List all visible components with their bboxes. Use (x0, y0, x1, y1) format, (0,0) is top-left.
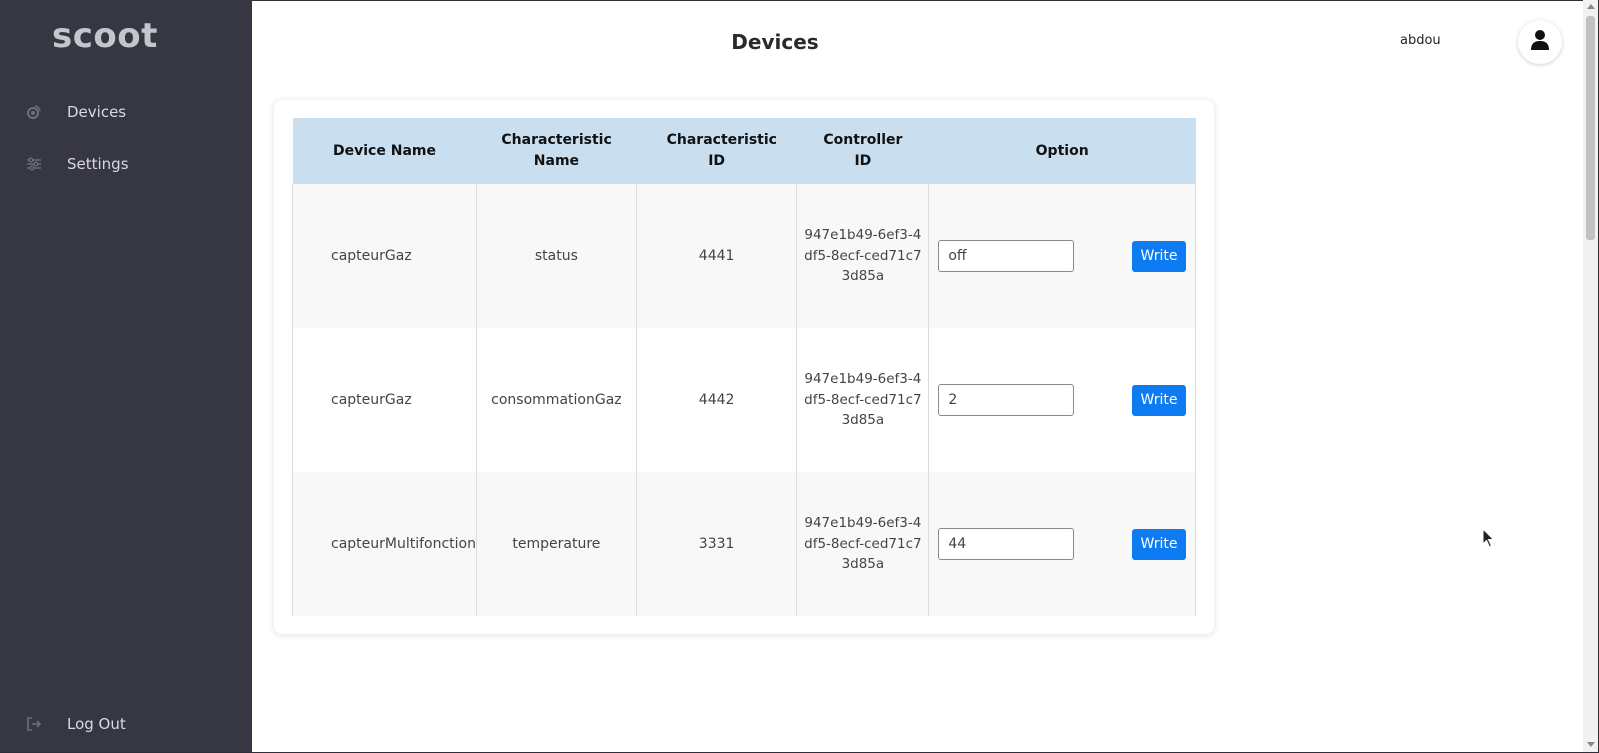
column-header-option: Option (928, 118, 1196, 184)
device-name-cell: capteurGaz (292, 184, 477, 328)
scrollbar-thumb[interactable] (1586, 16, 1595, 240)
option-cell: Write (928, 328, 1196, 472)
vertical-scrollbar[interactable] (1583, 0, 1598, 753)
characteristic-id-cell: 4442 (635, 328, 798, 472)
column-header-characteristic-id: Characteristic ID (636, 118, 797, 184)
sidebar-item-label: Settings (67, 155, 129, 173)
column-header-controller-id: Controller ID (796, 118, 929, 184)
username: abdou (1400, 33, 1441, 48)
logout-label: Log Out (67, 715, 126, 733)
scroll-up-icon[interactable] (1587, 4, 1595, 9)
sidebar: scoot Devices Settings Log Out (0, 0, 252, 753)
write-button[interactable]: Write (1132, 384, 1186, 416)
controller-id-cell: 947e1b49-6ef3-4df5-8ecf-ced71c73d85a (796, 328, 930, 472)
table-row: capteurGaz consommationGaz 4442 947e1b49… (292, 328, 1196, 472)
logout-button[interactable]: Log Out (0, 704, 252, 744)
app-logo[interactable]: scoot (52, 16, 158, 56)
characteristic-name-cell: temperature (476, 472, 637, 616)
write-button[interactable]: Write (1132, 528, 1186, 560)
characteristic-name-cell: status (476, 184, 637, 328)
user-icon (1530, 29, 1550, 55)
scroll-down-icon[interactable] (1587, 742, 1595, 747)
logout-icon (26, 716, 42, 732)
sidebar-item-label: Devices (67, 103, 127, 121)
value-input[interactable] (938, 240, 1075, 272)
option-cell: Write (928, 184, 1196, 328)
write-button[interactable]: Write (1132, 240, 1186, 272)
sliders-icon (26, 156, 42, 172)
device-name-cell: capteurMultifonction (292, 472, 477, 616)
mouse-cursor-icon (1482, 527, 1496, 552)
sidebar-item-settings[interactable]: Settings (0, 144, 252, 184)
table-row: capteurGaz status 4441 947e1b49-6ef3-4df… (292, 184, 1196, 328)
avatar[interactable] (1518, 20, 1562, 64)
option-cell: Write (928, 472, 1196, 616)
table-row: capteurMultifonction temperature 3331 94… (292, 472, 1196, 616)
controller-id-cell: 947e1b49-6ef3-4df5-8ecf-ced71c73d85a (796, 184, 930, 328)
device-name-cell: capteurGaz (292, 328, 477, 472)
value-input[interactable] (938, 528, 1075, 560)
column-header-characteristic-name: Characteristic Name (476, 118, 637, 184)
value-input[interactable] (938, 384, 1075, 416)
sidebar-item-devices[interactable]: Devices (0, 92, 252, 132)
characteristic-id-cell: 4441 (635, 184, 798, 328)
devices-table: Device Name Characteristic Name Characte… (292, 118, 1196, 616)
column-header-device-name: Device Name (292, 118, 477, 184)
characteristic-name-cell: consommationGaz (476, 328, 637, 472)
table-header-row: Device Name Characteristic Name Characte… (292, 118, 1196, 184)
characteristic-id-cell: 3331 (635, 472, 798, 616)
controller-id-cell: 947e1b49-6ef3-4df5-8ecf-ced71c73d85a (796, 472, 930, 616)
page-title: Devices (731, 30, 819, 54)
devices-icon (26, 104, 42, 120)
